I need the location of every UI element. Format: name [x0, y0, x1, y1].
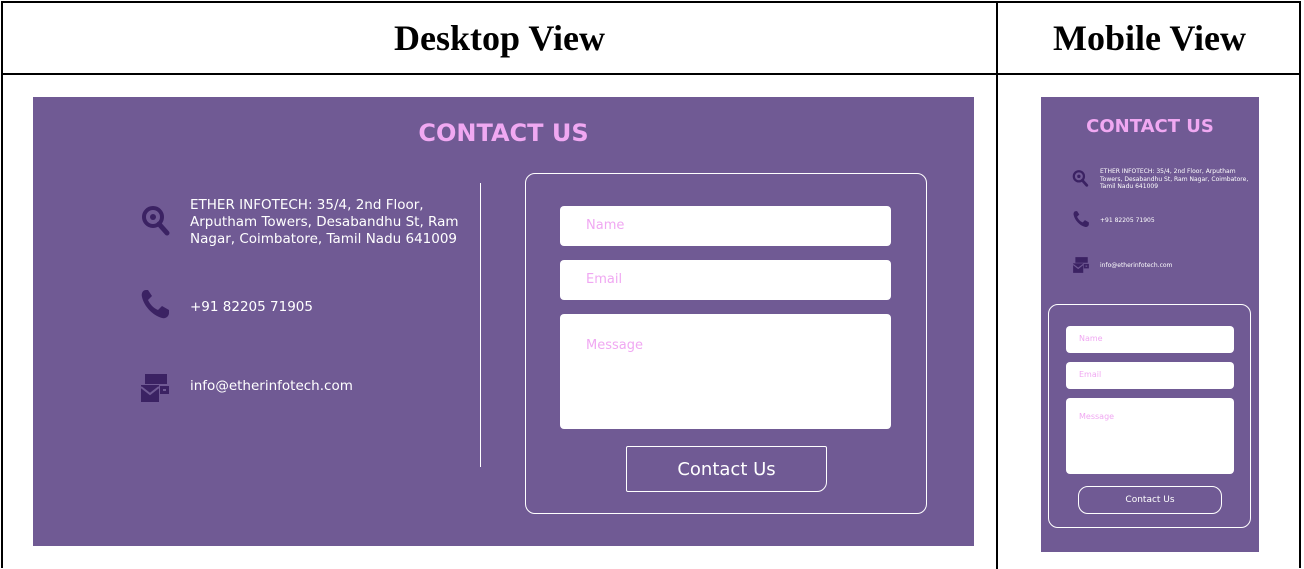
phone-icon: [141, 290, 169, 319]
phone-icon: [1073, 211, 1089, 227]
address-text: ETHER INFOTECH: 35/4, 2nd Floor, Arputha…: [1100, 168, 1249, 190]
contact-us-button[interactable]: Contact Us: [1078, 486, 1222, 514]
mail-icon: [1072, 257, 1089, 273]
mobile-view-header: Mobile View: [1053, 18, 1246, 58]
mail-icon: [140, 374, 169, 402]
desktop-contact-section: CONTACT US ETHER INFOTECH: 35/4, 2nd Flo…: [33, 97, 974, 546]
contact-form: Name Email Message Contact Us: [1048, 304, 1251, 528]
desktop-view-header: Desktop View: [393, 18, 605, 58]
contact-form: Name Email Message Contact Us: [525, 173, 927, 514]
location-search-icon: [1072, 170, 1089, 187]
email-input[interactable]: Email: [1066, 362, 1234, 389]
contact-us-button[interactable]: Contact Us: [626, 446, 827, 492]
message-textarea[interactable]: Message: [1066, 398, 1234, 474]
email-text[interactable]: info@etherinfotech.com: [190, 378, 460, 395]
phone-row: +91 82205 71905: [139, 288, 313, 320]
address-text: ETHER INFOTECH: 35/4, 2nd Floor, Arputha…: [190, 197, 459, 247]
location-search-icon: [142, 206, 170, 236]
name-input[interactable]: Name: [560, 206, 891, 246]
message-textarea[interactable]: Message: [560, 314, 891, 429]
phone-text[interactable]: +91 82205 71905: [1100, 217, 1250, 225]
email-input[interactable]: Email: [560, 260, 891, 300]
name-input[interactable]: Name: [1066, 326, 1234, 353]
table-row-divider: [1, 73, 1301, 75]
table-column-divider: [996, 1, 998, 569]
email-row: info@etherinfotech.com: [139, 372, 353, 404]
email-text[interactable]: info@etherinfotech.com: [1100, 262, 1250, 270]
address-row: ETHER INFOTECH: 35/4, 2nd Floor, Arputha…: [139, 197, 459, 247]
contact-title: CONTACT US: [418, 119, 589, 147]
phone-text[interactable]: +91 82205 71905: [190, 299, 460, 316]
contact-title: CONTACT US: [1086, 116, 1214, 137]
mobile-contact-section: CONTACT US ETHER INFOTECH: 35/4, 2nd Flo…: [1041, 97, 1259, 552]
vertical-divider: [480, 183, 481, 467]
